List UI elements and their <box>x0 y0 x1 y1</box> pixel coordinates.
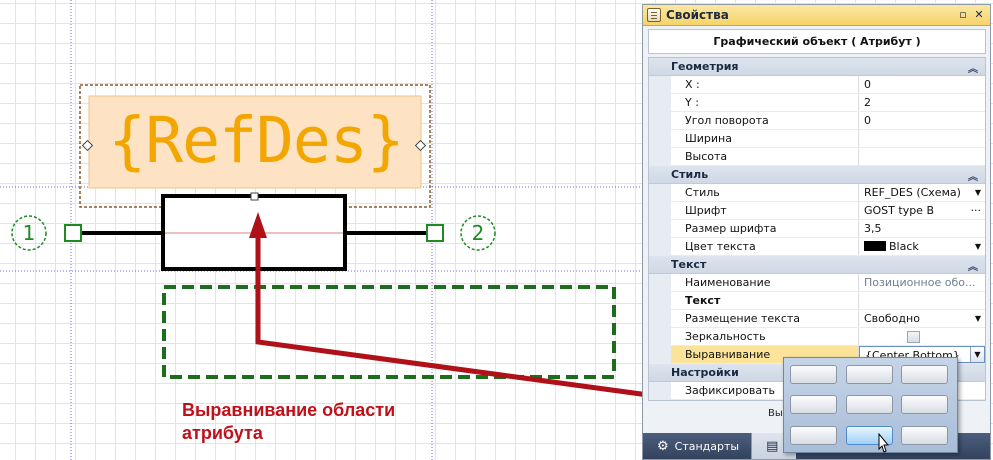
dropdown-arrow-icon[interactable]: ▼ <box>975 310 981 327</box>
placement-dropdown[interactable]: Свободно ▼ <box>859 310 985 327</box>
mirror-value[interactable] <box>859 328 985 345</box>
property-value: Black <box>889 240 919 253</box>
align-middle-left-button[interactable] <box>790 395 837 414</box>
category-text[interactable]: Текст ︽ <box>649 256 985 274</box>
property-value: REF_DES (Схема) <box>864 186 961 199</box>
property-name: X : <box>671 76 859 93</box>
align-middle-right-button[interactable] <box>901 395 948 414</box>
align-top-center-button[interactable] <box>846 365 893 384</box>
color-dropdown[interactable]: Black ▼ <box>859 238 985 255</box>
refdes-attribute-text[interactable]: {RefDes} <box>92 101 420 181</box>
property-value[interactable]: 0 <box>859 76 985 93</box>
close-icon[interactable]: ✕ <box>973 9 985 21</box>
mirror-checkbox[interactable] <box>907 331 920 343</box>
dropdown-arrow-icon[interactable]: ▼ <box>975 238 981 255</box>
category-label: Текст <box>671 258 707 271</box>
alignment-picker-popup <box>783 357 958 453</box>
description-label: Вы <box>768 408 783 419</box>
property-value[interactable]: 2 <box>859 94 985 111</box>
pin-panel-icon[interactable]: ▫ <box>957 9 969 21</box>
align-bottom-right-button[interactable] <box>901 426 948 445</box>
dropdown-arrow-icon[interactable]: ▼ <box>970 347 984 362</box>
property-row-font[interactable]: Шрифт GOST type B ··· <box>649 202 985 220</box>
font-selector[interactable]: GOST type B ··· <box>859 202 985 219</box>
object-type-header: Графический объект ( Атрибут ) <box>648 29 986 54</box>
pin-2-label: 2 <box>471 221 485 245</box>
pin-1-label: 1 <box>22 221 36 245</box>
tab-label: Стандарты <box>674 439 740 453</box>
property-name: Наименование <box>671 274 859 291</box>
collapse-icon[interactable]: ︽ <box>967 60 979 75</box>
style-dropdown[interactable]: REF_DES (Схема) ▼ <box>859 184 985 201</box>
property-name: Высота <box>671 148 859 165</box>
property-row-text-color[interactable]: Цвет текста Black ▼ <box>649 238 985 256</box>
property-name: Ширина <box>671 130 859 147</box>
property-name: Зеркальность <box>671 328 859 345</box>
ellipsis-icon[interactable]: ··· <box>971 202 982 219</box>
panel-title: Свойства <box>666 8 729 22</box>
align-top-left-button[interactable] <box>790 365 837 384</box>
property-name: Размер шрифта <box>671 220 859 237</box>
property-row-style[interactable]: Стиль REF_DES (Схема) ▼ <box>649 184 985 202</box>
collapse-icon[interactable]: ︽ <box>967 168 979 183</box>
align-top-right-button[interactable] <box>901 365 948 384</box>
callout-line-1: Выравнивание области <box>182 400 396 420</box>
property-name: Угол поворота <box>671 112 859 129</box>
property-row-y[interactable]: Y :2 <box>649 94 985 112</box>
property-row-text-placement[interactable]: Размещение текста Свободно ▼ <box>649 310 985 328</box>
property-row-name[interactable]: Наименование Позиционное обо... <box>649 274 985 292</box>
property-value[interactable] <box>859 130 985 147</box>
property-name: Стиль <box>671 184 859 201</box>
property-row-mirror[interactable]: Зеркальность <box>649 328 985 346</box>
property-value[interactable]: 0 <box>859 112 985 129</box>
attribute-placement-area <box>162 285 616 379</box>
property-value[interactable]: 3,5 <box>859 220 985 237</box>
color-swatch <box>864 241 886 251</box>
callout-caption: Выравнивание области атрибута <box>182 399 395 445</box>
property-value: Свободно <box>864 312 920 325</box>
collapse-icon[interactable]: ︽ <box>967 258 979 273</box>
category-geometry[interactable]: Геометрия ︽ <box>649 58 985 76</box>
anchor-handle-top <box>250 192 259 201</box>
pin-2-terminal <box>426 224 444 242</box>
property-row-width[interactable]: Ширина <box>649 130 985 148</box>
pin-1-terminal <box>64 224 82 242</box>
category-label: Настройки <box>671 366 739 379</box>
property-name: Размещение текста <box>671 310 859 327</box>
property-value[interactable]: Позиционное обо... <box>859 274 985 291</box>
properties-icon <box>647 8 661 22</box>
property-row-height[interactable]: Высота <box>649 148 985 166</box>
callout-line-2: атрибута <box>182 423 263 443</box>
property-grid: Геометрия ︽ X :0 Y :2 Угол поворота 0 Шир… <box>648 57 986 401</box>
panel-title-bar[interactable]: Свойства ▫ ✕ <box>643 5 990 26</box>
property-name: Цвет текста <box>671 238 859 255</box>
properties-tab-icon: ▤ <box>766 438 779 454</box>
property-row-x[interactable]: X :0 <box>649 76 985 94</box>
category-style[interactable]: Стиль ︽ <box>649 166 985 184</box>
property-value[interactable] <box>859 148 985 165</box>
tab-standards[interactable]: ⚙ Стандарты <box>643 433 751 459</box>
align-middle-center-button[interactable] <box>846 395 893 414</box>
category-label: Геометрия <box>671 60 739 73</box>
dropdown-arrow-icon[interactable]: ▼ <box>975 184 981 201</box>
property-row-text[interactable]: Текст <box>649 292 985 310</box>
property-name: Шрифт <box>671 202 859 219</box>
gear-icon: ⚙ <box>657 438 669 454</box>
align-bottom-left-button[interactable] <box>790 426 837 445</box>
property-value: GOST type B <box>864 204 934 217</box>
property-row-font-size[interactable]: Размер шрифта 3,5 <box>649 220 985 238</box>
property-name: Y : <box>671 94 859 111</box>
property-name: Текст <box>671 292 859 309</box>
property-value[interactable] <box>859 292 985 309</box>
category-label: Стиль <box>671 168 709 181</box>
mouse-cursor-icon <box>878 433 890 453</box>
property-row-rotation[interactable]: Угол поворота 0 <box>649 112 985 130</box>
